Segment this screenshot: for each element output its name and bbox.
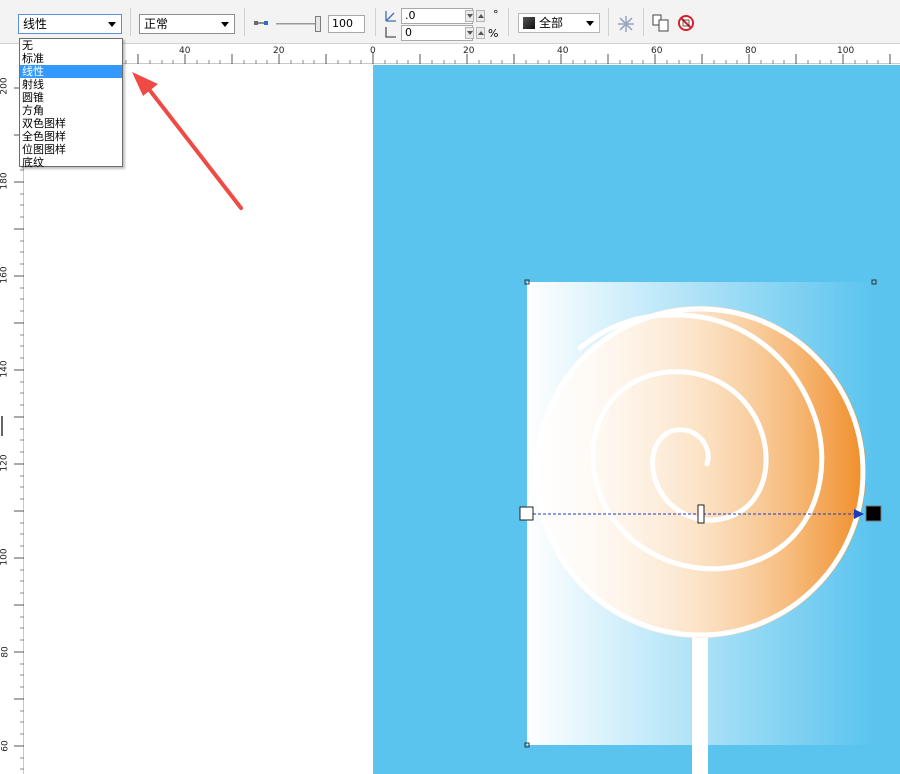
fill-option-full-color-pattern[interactable]: 全色图样	[20, 130, 122, 143]
gradient-start-handle[interactable]	[519, 506, 534, 521]
gradient-midpoint-handle[interactable]	[697, 504, 705, 524]
gradient-end-handle[interactable]	[865, 505, 882, 522]
fill-option-uniform[interactable]: 标准	[20, 52, 122, 65]
fill-option-bitmap-pattern[interactable]: 位图图样	[20, 143, 122, 156]
fill-option-conical[interactable]: 圆锥	[20, 91, 122, 104]
annotation-arrow	[146, 86, 243, 210]
app-window: 线性 正常 100 .0 ° 0 % 全部 40 20 0 20 40 60 8…	[0, 0, 900, 774]
annotation-arrow-head	[132, 72, 158, 96]
fill-option-square[interactable]: 方角	[20, 104, 122, 117]
fill-option-none[interactable]: 无	[20, 39, 122, 52]
fill-option-two-color-pattern[interactable]: 双色图样	[20, 117, 122, 130]
fill-type-dropdown-list[interactable]: 无 标准 线性 射线 圆锥 方角 双色图样 全色图样 位图图样 底纹	[19, 38, 123, 169]
artwork	[132, 72, 882, 774]
fill-option-radial[interactable]: 射线	[20, 78, 122, 91]
fill-option-texture[interactable]: 底纹	[20, 156, 122, 169]
fill-option-linear[interactable]: 线性	[20, 65, 122, 78]
